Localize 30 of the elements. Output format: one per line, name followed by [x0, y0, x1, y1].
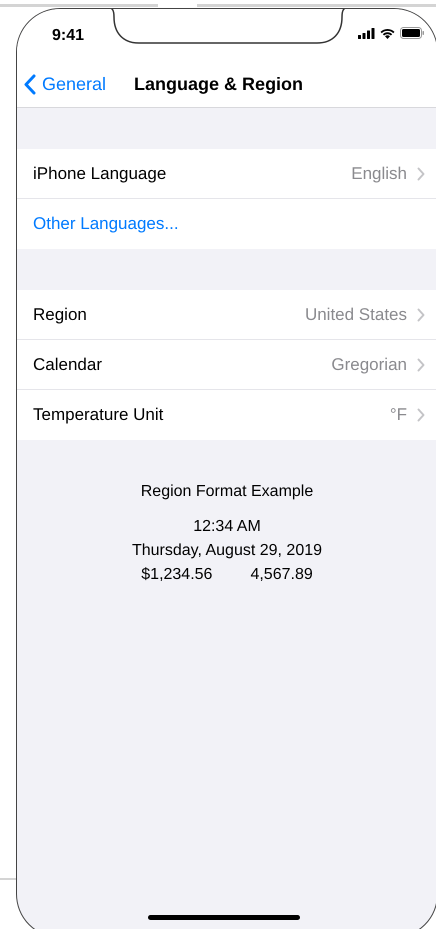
back-button[interactable]: General	[24, 70, 106, 98]
signal-icon	[358, 28, 375, 38]
row-label: Temperature Unit	[33, 404, 164, 426]
settings-row[interactable]: Other Languages...	[17, 199, 436, 249]
chevron-right-icon	[417, 408, 425, 422]
wifi-icon	[380, 28, 395, 38]
chevron-right-icon	[417, 358, 425, 372]
row-value: United States	[304, 304, 407, 326]
battery-icon	[400, 27, 425, 39]
row-value: Gregorian	[331, 354, 407, 376]
section-title: Region Format Example	[140, 482, 314, 502]
chevron-left-icon	[24, 74, 36, 94]
row-value: °F	[390, 404, 407, 426]
row-value: English	[351, 162, 407, 185]
chevron-right-icon	[417, 166, 425, 180]
row-label: Calendar	[33, 354, 102, 376]
example-number: 4,567.89	[250, 565, 313, 585]
settings-row[interactable]: Temperature Unit °F	[17, 390, 436, 440]
row-link-label: Other Languages...	[33, 213, 179, 236]
settings-row[interactable]: Calendar Gregorian	[17, 340, 436, 390]
row-label: Region	[33, 304, 87, 326]
row-label: iPhone Language	[33, 162, 166, 185]
example-time: 12:34 AM	[193, 517, 261, 537]
chevron-right-icon	[417, 308, 425, 322]
settings-row[interactable]: Region United States	[17, 290, 436, 340]
settings-row[interactable]: iPhone Language English	[17, 149, 436, 199]
example-currency: $1,234.56	[141, 565, 212, 585]
example-date: Thursday, August 29, 2019	[132, 541, 322, 561]
status-time: 9:41	[52, 26, 84, 46]
nav-title: Language & Region	[134, 72, 304, 96]
